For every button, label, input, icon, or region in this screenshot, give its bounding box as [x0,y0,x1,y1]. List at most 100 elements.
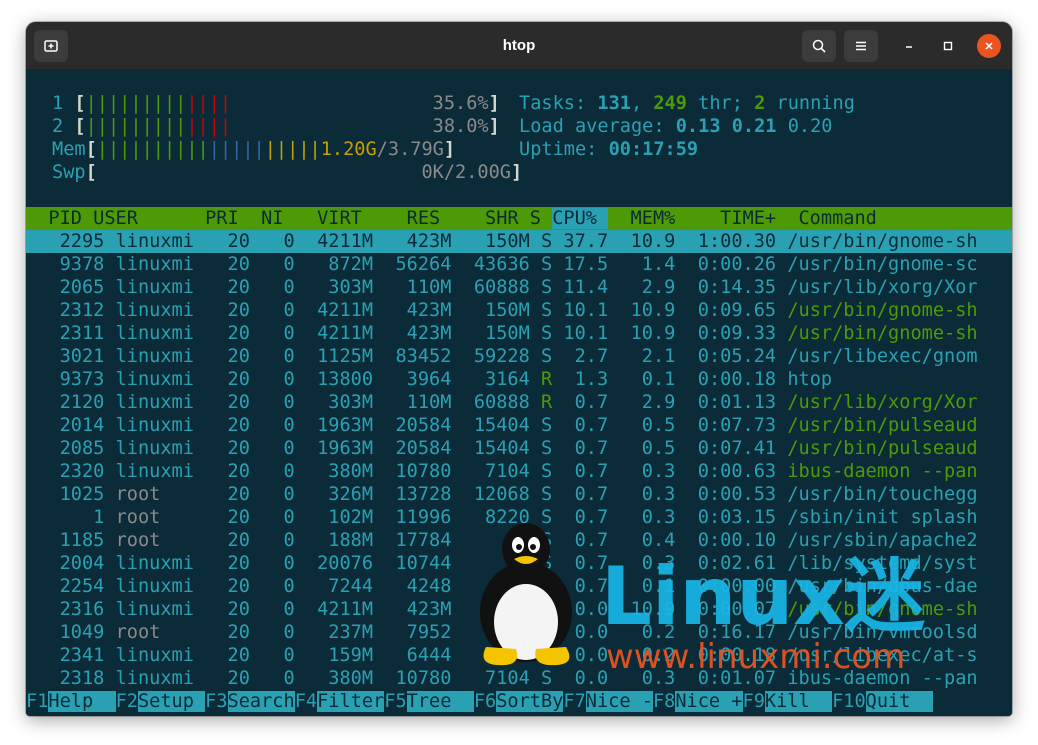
fkey-label: SortBy [496,691,564,712]
process-pid: 9378 [26,254,116,275]
column-header-pid[interactable]: PID [26,208,93,229]
column-header-pri[interactable]: PRI [194,208,239,229]
process-cpu: 17.5 [563,254,620,275]
process-row[interactable]: 3021 linuxmi 20 0 1125M 83452 59228 S 2.… [26,345,1012,368]
process-virt: 20076 [294,553,374,574]
process-mem: 0.5 [619,438,676,459]
process-ni: 0 [249,300,295,321]
process-pri: 20 [216,369,250,390]
process-state: S [541,231,564,252]
process-row[interactable]: 9373 linuxmi 20 0 13800 3964 3164 R 1.3 … [26,368,1012,391]
process-res: 423M [373,599,452,620]
process-time: 0:07.41 [675,438,788,459]
process-pid: 1025 [26,484,116,505]
process-row[interactable]: 2312 linuxmi 20 0 4211M 423M 150M S 10.1… [26,299,1012,322]
fkey-f4[interactable]: F4Filter [295,691,385,712]
fkey-label: Kill [764,691,833,712]
process-pid: 3021 [26,346,116,367]
fkey-label: Search [227,691,295,712]
process-pid: 2295 [26,231,116,252]
process-state: S [541,484,564,505]
process-virt: 380M [294,461,374,482]
process-mem: 10.9 [619,300,676,321]
cpu2-value: 38.0% [432,116,489,137]
process-mem: 10.9 [619,323,676,344]
process-pid: 9373 [26,369,116,390]
fkey-f1[interactable]: F1Help [26,691,116,712]
fkey-f10[interactable]: F10Quit [832,691,933,712]
new-tab-button[interactable] [34,30,68,62]
process-virt: 237M [294,622,374,643]
process-pid: 2341 [26,645,116,666]
process-state: S [541,346,564,367]
process-pid: 2065 [26,277,116,298]
fkey-label: Nice + [675,691,743,712]
column-header-cpu[interactable]: CPU% [552,208,609,229]
fkey-f3[interactable]: F3Search [205,691,295,712]
process-pid: 2318 [26,668,116,689]
process-row[interactable]: 2320 linuxmi 20 0 380M 10780 7104 S 0.7 … [26,460,1012,483]
maximize-button[interactable] [936,34,960,58]
cpu2-meter: 2 [||||||||||||| 38.0%] [52,116,500,137]
fkey-f2[interactable]: F2Setup [116,691,206,712]
process-virt: 4211M [294,300,374,321]
process-shr: 43636 [451,254,541,275]
column-header-res[interactable]: RES [362,208,441,229]
fkey-f9[interactable]: F9Kill [743,691,833,712]
process-row[interactable]: 2311 linuxmi 20 0 4211M 423M 150M S 10.1… [26,322,1012,345]
column-header-mem[interactable]: MEM% [608,208,676,229]
column-header-command[interactable]: Command [798,208,876,229]
process-cmd: htop [787,369,833,390]
minimize-icon [906,46,912,48]
process-time: 0:05.24 [675,346,788,367]
process-row[interactable]: 2120 linuxmi 20 0 303M 110M 60888 R 0.7 … [26,391,1012,414]
close-button[interactable] [977,34,1001,58]
process-table-header[interactable]: PID USER PRI NI VIRT RES SHR S CPU% MEM%… [26,207,1012,230]
fkey-number: F2 [115,691,138,712]
process-user: linuxmi [115,369,217,390]
process-row[interactable]: 2085 linuxmi 20 0 1963M 20584 15404 S 0.… [26,437,1012,460]
swap-value: 0K/2.00G [421,162,511,183]
search-button[interactable] [802,30,836,62]
hamburger-menu-icon [856,41,866,51]
minimize-button[interactable] [897,34,921,58]
column-header-time[interactable]: TIME+ [675,208,798,229]
process-row[interactable]: 2295 linuxmi 20 0 4211M 423M 150M S 37.7… [26,230,1012,253]
fkey-f7[interactable]: F7Nice - [563,691,653,712]
process-mem: 1.4 [619,254,676,275]
process-row[interactable]: 9378 linuxmi 20 0 872M 56264 43636 S 17.… [26,253,1012,276]
fkey-f6[interactable]: F6SortBy [474,691,564,712]
fkey-f5[interactable]: F5Tree [384,691,474,712]
process-virt: 4211M [294,599,374,620]
process-res: 20584 [373,415,452,436]
process-pid: 2320 [26,461,116,482]
process-cpu: 10.1 [563,300,620,321]
process-row[interactable]: 1025 root 20 0 326M 13728 12068 S 0.7 0.… [26,483,1012,506]
process-pri: 20 [216,323,250,344]
process-user: linuxmi [115,668,217,689]
column-header-user[interactable]: USER [93,208,194,229]
process-shr: 59228 [451,346,541,367]
process-pri: 20 [216,300,250,321]
process-row[interactable]: 2014 linuxmi 20 0 1963M 20584 15404 S 0.… [26,414,1012,437]
uptime-label: Uptime: [519,139,609,160]
process-ni: 0 [249,461,295,482]
process-user: linuxmi [115,415,217,436]
process-cpu: 37.7 [563,231,620,252]
load-15min: 0.20 [787,116,833,137]
process-cmd: /usr/lib/xorg/Xor [787,392,978,413]
process-row[interactable]: 2065 linuxmi 20 0 303M 110M 60888 S 11.4… [26,276,1012,299]
swap-meter: Swp[ 0K/2.00G] [52,162,523,183]
process-ni: 0 [249,392,295,413]
column-header-s[interactable]: S [530,208,552,229]
column-header-shr[interactable]: SHR [440,208,530,229]
column-header-ni[interactable]: NI [239,208,283,229]
process-virt: 1963M [294,438,374,459]
process-state: S [541,668,564,689]
fkey-f8[interactable]: F8Nice + [653,691,743,712]
process-pid: 1185 [26,530,116,551]
process-time: 0:07.73 [675,415,788,436]
column-header-virt[interactable]: VIRT [283,208,362,229]
process-cmd: ibus-daemon --pan [787,461,978,482]
menu-button[interactable] [844,30,878,62]
